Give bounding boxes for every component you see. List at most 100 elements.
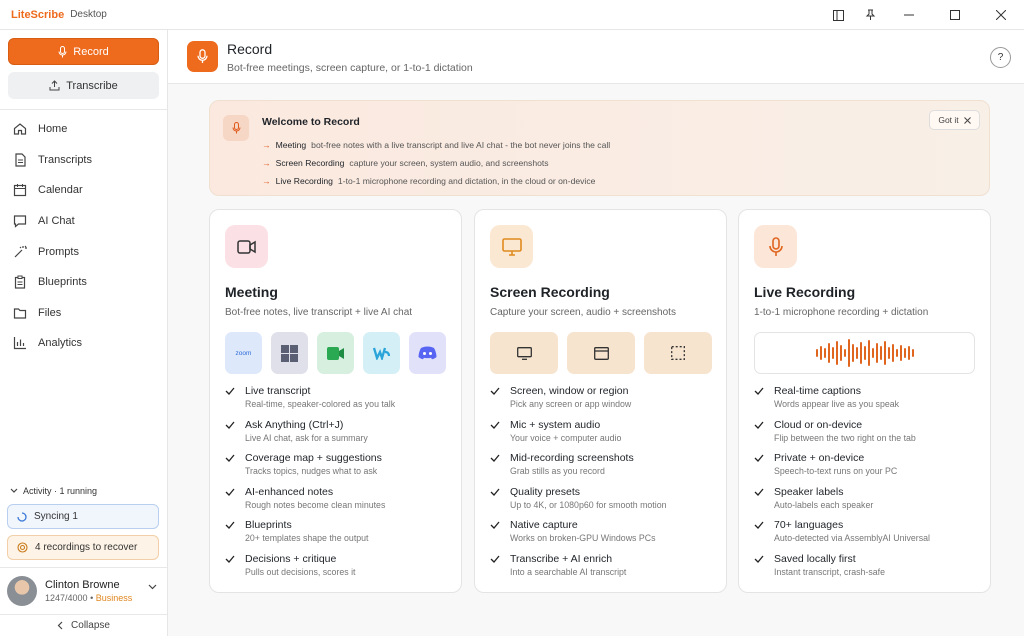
chat-icon (13, 215, 27, 228)
sidebar-item-analytics[interactable]: Analytics (0, 328, 167, 359)
sidebar-item-prompts[interactable]: Prompts (0, 236, 167, 267)
welcome-list: → Meeting bot-free notes with a live tra… (262, 136, 610, 190)
capture-region-button[interactable] (644, 332, 712, 374)
syncing-status[interactable]: Syncing 1 (7, 504, 159, 529)
welcome-line: → Meeting bot-free notes with a live tra… (262, 136, 610, 154)
sidebar-item-ai-chat[interactable]: AI Chat (0, 206, 167, 237)
feature-desc: Live AI chat, ask for a summary (245, 432, 368, 443)
close-icon[interactable] (978, 0, 1024, 30)
feature-item: Screen, window or region Pick any screen … (490, 385, 666, 419)
sidebar-item-home[interactable]: Home (0, 114, 167, 145)
welcome-line-key: Screen Recording (275, 158, 345, 168)
capture-screen-button[interactable] (490, 332, 558, 374)
record-button[interactable]: Record (8, 38, 159, 65)
feature-title: Cloud or on-device (774, 418, 863, 431)
bar-chart-icon (13, 337, 26, 350)
card-title: Screen Recording (490, 284, 610, 300)
calendar-icon (13, 184, 27, 197)
arrow-icon: → (262, 158, 271, 168)
welcome-line-key: Live Recording (275, 176, 333, 186)
feature-item: Mic + system audio Your voice + computer … (490, 419, 666, 453)
live-recording-card[interactable]: Live Recording 1-to-1 microphone recordi… (738, 209, 991, 593)
user-usage: 1247/4000 (45, 592, 88, 603)
feature-item: Quality presets Up to 4K, or 1080p60 for … (490, 486, 666, 520)
card-subtitle: Capture your screen, audio + screenshots (490, 307, 676, 318)
magic-wand-icon (14, 245, 27, 258)
feature-title: Mid-recording screenshots (510, 452, 634, 465)
feature-title: Mic + system audio (510, 418, 601, 431)
sidebar: Record Transcribe Home Transcripts Calen… (0, 30, 168, 636)
feature-desc: Tracks topics, nudges what to ask (245, 466, 378, 477)
maximize-icon[interactable] (932, 0, 978, 30)
feature-desc: Into a searchable AI transcript (510, 566, 627, 577)
got-it-label: Got it (938, 115, 959, 125)
sidebar-item-blueprints[interactable]: Blueprints (0, 267, 167, 298)
feature-desc: Pick any screen or app window (510, 399, 632, 409)
transcribe-button[interactable]: Transcribe (8, 72, 159, 99)
arrow-icon: → (262, 176, 271, 186)
recover-label: 4 recordings to recover (35, 542, 138, 553)
check-icon (490, 421, 500, 429)
sidebar-item-label: Analytics (38, 337, 83, 350)
feature-item: Real-time captions Words appear live as y… (754, 385, 930, 419)
activity-toggle[interactable]: Activity · 1 running (10, 486, 97, 496)
transcribe-button-label: Transcribe (66, 79, 118, 92)
check-icon (490, 521, 500, 530)
feature-desc: Rough notes become clean minutes (245, 499, 386, 510)
feature-desc: Flip between the two right on the tab (774, 432, 916, 443)
check-icon (754, 521, 764, 530)
monitor-icon (490, 225, 533, 268)
google-meet-icon (317, 332, 354, 374)
waveform-icon (815, 339, 914, 367)
card-subtitle: 1-to-1 microphone recording + dictation (754, 307, 929, 318)
check-icon (225, 387, 235, 395)
upload-icon (49, 80, 60, 91)
title-bar: LiteScribe Desktop (0, 0, 1024, 30)
feature-title: Native capture (510, 519, 578, 532)
page-title: Record (227, 41, 273, 57)
sidebar-toggle-icon[interactable] (822, 0, 854, 30)
check-icon (490, 488, 500, 496)
feature-desc: Real-time, speaker-colored as you talk (245, 399, 396, 409)
check-icon (225, 521, 235, 530)
screen-recording-card[interactable]: Screen Recording Capture your screen, au… (474, 209, 727, 593)
pin-icon[interactable] (854, 0, 886, 30)
main-content: Record Bot-free meetings, screen capture… (168, 30, 1024, 636)
waveform (754, 332, 975, 374)
got-it-button[interactable]: Got it (929, 110, 980, 130)
chevron-down-icon (10, 488, 18, 493)
feature-item: Cloud or on-device Flip between the two r… (754, 419, 930, 453)
activity-label: Activity · 1 running (23, 486, 98, 496)
feature-list: Screen, window or region Pick any screen … (490, 385, 666, 587)
sidebar-item-transcripts[interactable]: Transcripts (0, 145, 167, 176)
zoom-logo: zoom (225, 332, 262, 374)
microphone-icon (754, 225, 797, 268)
clipboard-icon (14, 275, 26, 289)
feature-list: Live transcript Real-time, speaker-colore… (225, 385, 395, 587)
meeting-card[interactable]: Meeting Bot-free notes, live transcript … (209, 209, 462, 593)
feature-item: Speaker labels Auto-labels each speaker (754, 486, 930, 520)
chevron-down-icon[interactable] (148, 584, 157, 590)
check-icon (754, 488, 764, 496)
welcome-line: → Live Recording 1-to-1 microphone recor… (262, 172, 610, 190)
feature-item: Live transcript Real-time, speaker-colore… (225, 385, 395, 419)
feature-title: Speaker labels (774, 485, 844, 498)
capture-window-button[interactable] (567, 332, 635, 374)
app-subtitle: Desktop (70, 9, 107, 20)
video-camera-icon (225, 225, 268, 268)
feature-desc: Grab stills as you record (510, 466, 605, 477)
capture-modes (490, 332, 712, 374)
feature-item: Mid-recording screenshots Grab stills as … (490, 452, 666, 486)
help-button[interactable]: ? (990, 47, 1011, 68)
feature-list: Real-time captions Words appear live as y… (754, 385, 930, 587)
minimize-icon[interactable] (886, 0, 932, 30)
collapse-label: Collapse (71, 620, 110, 631)
feature-desc: Works on broken-GPU Windows PCs (510, 533, 656, 544)
user-profile[interactable]: Clinton Browne 1247/4000 • Business (0, 567, 167, 613)
feature-desc: 20+ templates shape the output (245, 533, 369, 544)
microphone-icon (58, 45, 67, 57)
sidebar-item-files[interactable]: Files (0, 298, 167, 329)
collapse-sidebar-button[interactable]: Collapse (0, 614, 167, 636)
recover-recordings-button[interactable]: 4 recordings to recover (7, 535, 159, 560)
sidebar-item-calendar[interactable]: Calendar (0, 175, 167, 206)
